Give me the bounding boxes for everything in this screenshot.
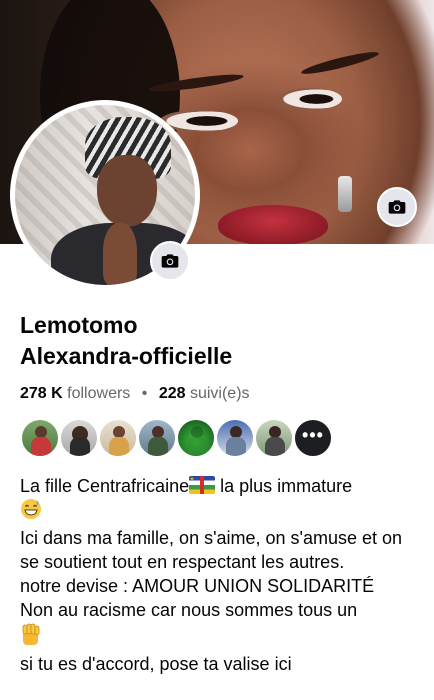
profile-picture-camera-button[interactable] xyxy=(150,241,190,281)
profile-name: Lemotomo Alexandra-officielle xyxy=(20,310,420,372)
following-label: suivi(e)s xyxy=(189,385,250,402)
bio-line4-text: Non au racisme car nous sommes tous un xyxy=(20,600,358,620)
camera-icon xyxy=(161,254,179,268)
cover-lips xyxy=(218,205,328,244)
bio-line4: Non au racisme car nous sommes tous un xyxy=(20,598,420,652)
bio-line1-text-a: La fille Centrafricaine xyxy=(20,476,190,496)
central-african-republic-flag-icon xyxy=(189,476,216,494)
profile-bio: La fille Centrafricaine la plus immature… xyxy=(20,474,420,676)
following-link[interactable]: 228 suivi(e)s xyxy=(159,385,250,402)
following-count: 228 xyxy=(158,385,186,402)
cover-photo-camera-button[interactable] xyxy=(377,187,417,227)
more-dots-icon: ••• xyxy=(302,425,324,445)
bio-line5: si tu es d'accord, pose ta valise ici xyxy=(20,654,292,674)
cover-right-brow xyxy=(299,48,381,78)
grinning-sweat-emoji-icon xyxy=(20,498,42,526)
bio-line1: La fille Centrafricaine la plus immature xyxy=(20,474,420,526)
profile-name-line1: Lemotomo xyxy=(20,312,138,338)
friend-avatar[interactable] xyxy=(20,418,60,458)
friend-avatar[interactable] xyxy=(137,418,177,458)
cover-earring xyxy=(338,176,352,212)
followers-label: followers xyxy=(67,385,131,402)
cover-right-eye xyxy=(278,88,342,110)
friend-avatar[interactable] xyxy=(215,418,255,458)
friend-avatar[interactable] xyxy=(254,418,294,458)
bio-line3: notre devise : AMOUR UNION SOLIDARITÉ xyxy=(20,576,375,596)
friend-avatar[interactable] xyxy=(98,418,138,458)
profile-name-line2: Alexandra-officielle xyxy=(20,343,233,369)
friend-avatars-row: ••• xyxy=(20,418,333,458)
followers-link[interactable]: 278 K followers xyxy=(20,385,130,402)
bio-line2: Ici dans ma famille, on s'aime, on s'amu… xyxy=(20,528,403,572)
camera-icon xyxy=(388,200,406,214)
follow-stats: 278 K followers • 228 suivi(e)s xyxy=(20,385,250,403)
stats-separator: • xyxy=(141,385,148,402)
raised-fist-emoji-icon xyxy=(20,622,42,652)
friend-avatar[interactable] xyxy=(176,418,216,458)
more-friends-button[interactable]: ••• xyxy=(293,418,333,458)
bio-line1-text-b: la plus immature xyxy=(215,476,353,496)
friend-avatar[interactable] xyxy=(59,418,99,458)
followers-count: 278 K xyxy=(20,385,63,402)
